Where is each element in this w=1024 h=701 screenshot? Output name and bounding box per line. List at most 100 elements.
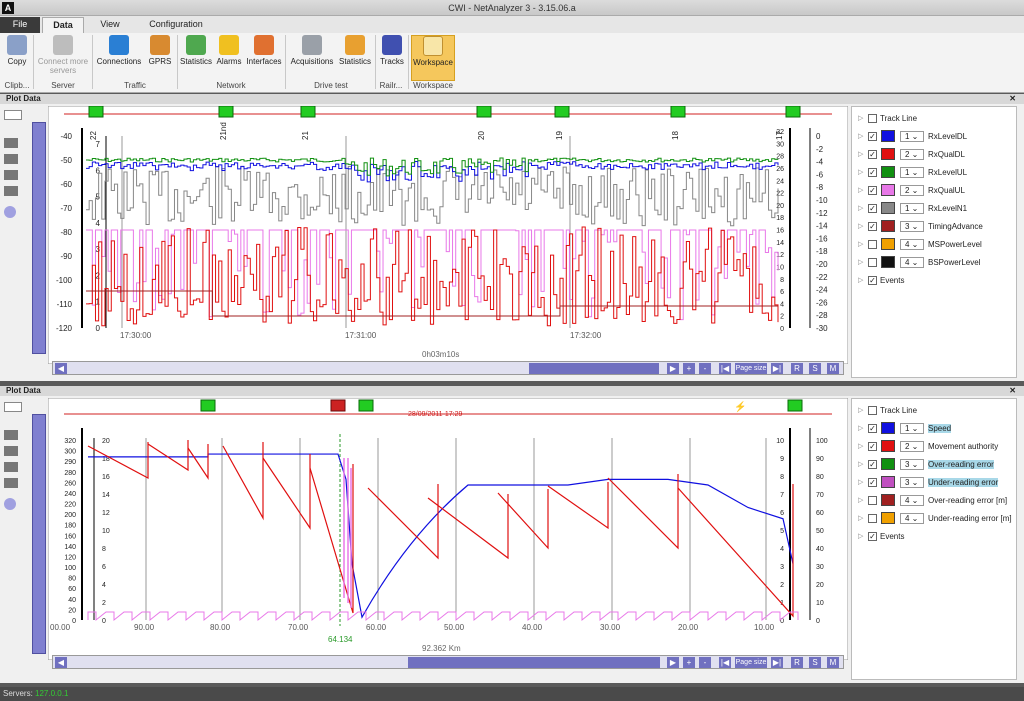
legend-item[interactable]: ▷ Track Line	[856, 111, 1016, 126]
scroll-thumb[interactable]	[529, 363, 659, 374]
line-width-select[interactable]: 2 ⌄	[900, 149, 924, 160]
tab-configuration[interactable]: Configuration	[138, 17, 214, 33]
legend-item[interactable]: ▷ ✓ 2 ⌄ RxQualDL	[856, 147, 1016, 162]
expand-icon[interactable]: ▷	[858, 442, 863, 450]
zoom-in-button[interactable]: +	[683, 657, 695, 668]
color-swatch[interactable]	[881, 512, 895, 524]
color-swatch[interactable]	[881, 422, 895, 434]
interfaces-button[interactable]: Interfaces	[245, 35, 283, 75]
color-swatch[interactable]	[881, 220, 895, 232]
acquisitions-button[interactable]: Acquisitions	[288, 35, 336, 75]
network-statistics-button[interactable]: Statistics	[179, 35, 213, 75]
color-swatch[interactable]	[881, 184, 895, 196]
expand-icon[interactable]: ▷	[858, 532, 863, 540]
tab-data[interactable]: Data	[42, 17, 84, 33]
vertical-zoom-slider[interactable]	[32, 122, 46, 354]
vertical-zoom-slider[interactable]	[32, 414, 46, 654]
select-tool-icon[interactable]	[4, 110, 22, 120]
drive-test-statistics-button[interactable]: Statistics	[338, 35, 372, 75]
legend-checkbox[interactable]	[868, 114, 877, 123]
reset-button[interactable]: R	[791, 363, 803, 374]
legend-checkbox[interactable]	[868, 258, 877, 267]
legend-checkbox[interactable]: ✓	[868, 168, 877, 177]
color-swatch[interactable]	[881, 440, 895, 452]
expand-icon[interactable]: ▷	[858, 514, 863, 522]
color-swatch[interactable]	[881, 494, 895, 506]
settings-tool-icon[interactable]	[4, 170, 18, 180]
s-button[interactable]: S	[809, 657, 821, 668]
scroll-thumb[interactable]	[408, 657, 660, 668]
color-swatch[interactable]	[881, 130, 895, 142]
zoom-out-button[interactable]: -	[699, 657, 711, 668]
legend-checkbox[interactable]: ✓	[868, 532, 877, 541]
expand-icon[interactable]: ▷	[858, 460, 863, 468]
connect-more-servers-button[interactable]: Connect more servers	[36, 35, 90, 75]
page-size-button[interactable]: Page size	[735, 363, 767, 374]
gprs-button[interactable]: GPRS	[146, 35, 174, 75]
zoom-out-button[interactable]: -	[699, 363, 711, 374]
legend-item[interactable]: ▷ ✓ 2 ⌄ RxQualUL	[856, 183, 1016, 198]
legend-checkbox[interactable]	[868, 496, 877, 505]
expand-icon[interactable]: ▷	[858, 150, 863, 158]
line-width-select[interactable]: 3 ⌄	[900, 459, 924, 470]
expand-icon[interactable]: ▷	[858, 186, 863, 194]
legend-item[interactable]: ▷ ✓ 3 ⌄ TimingAdvance	[856, 219, 1016, 234]
legend-checkbox[interactable]: ✓	[868, 150, 877, 159]
line-width-select[interactable]: 4 ⌄	[900, 495, 924, 506]
zoom-tool-icon[interactable]	[4, 498, 16, 510]
last-page-button[interactable]: ▶|	[771, 363, 783, 374]
line-width-select[interactable]: 2 ⌄	[900, 185, 924, 196]
legend-item[interactable]: ▷ ✓ 2 ⌄ Movement authority	[856, 439, 1016, 454]
s-button[interactable]: S	[809, 363, 821, 374]
expand-icon[interactable]: ▷	[858, 424, 863, 432]
legend-item[interactable]: ▷ ✓ 1 ⌄ RxLevelUL	[856, 165, 1016, 180]
close-icon[interactable]: ✕	[1009, 386, 1016, 396]
legend-checkbox[interactable]: ✓	[868, 442, 877, 451]
legend-item[interactable]: ▷ ✓ Events	[856, 529, 1016, 544]
select-tool-icon[interactable]	[4, 402, 22, 412]
legend-item[interactable]: ▷ 4 ⌄ BSPowerLevel	[856, 255, 1016, 270]
legend-checkbox[interactable]: ✓	[868, 132, 877, 141]
horizontal-scrollbar[interactable]: ◀ ▶ + - |◀ Page size ▶| R S M	[52, 655, 844, 669]
legend-checkbox[interactable]: ✓	[868, 204, 877, 213]
reset-button[interactable]: R	[791, 657, 803, 668]
text-tool-icon[interactable]	[4, 154, 18, 164]
legend-item[interactable]: ▷ ✓ 3 ⌄ Over-reading error	[856, 457, 1016, 472]
horizontal-scrollbar[interactable]: ◀ ▶ + - |◀ Page size ▶| R S M	[52, 361, 844, 375]
close-icon[interactable]: ✕	[1009, 94, 1016, 104]
legend-item[interactable]: ▷ 4 ⌄ Over-reading error [m]	[856, 493, 1016, 508]
color-swatch[interactable]	[881, 202, 895, 214]
expand-icon[interactable]: ▷	[858, 478, 863, 486]
first-page-button[interactable]: |◀	[719, 657, 731, 668]
scroll-left-button[interactable]: ◀	[55, 363, 67, 374]
export-tool-icon[interactable]	[4, 186, 18, 196]
color-swatch[interactable]	[881, 256, 895, 268]
pointer-tool-icon[interactable]	[4, 430, 18, 440]
zoom-in-button[interactable]: +	[683, 363, 695, 374]
page-size-button[interactable]: Page size	[735, 657, 767, 668]
line-width-select[interactable]: 1 ⌄	[900, 203, 924, 214]
line-width-select[interactable]: 1 ⌄	[900, 167, 924, 178]
tab-file[interactable]: File	[0, 17, 40, 33]
color-swatch[interactable]	[881, 238, 895, 250]
copy-button[interactable]: Copy	[4, 35, 30, 75]
legend-item[interactable]: ▷ Track Line	[856, 403, 1016, 418]
export-tool-icon[interactable]	[4, 478, 18, 488]
legend-checkbox[interactable]	[868, 406, 877, 415]
expand-icon[interactable]: ▷	[858, 204, 863, 212]
color-swatch[interactable]	[881, 148, 895, 160]
line-width-select[interactable]: 2 ⌄	[900, 441, 924, 452]
color-swatch[interactable]	[881, 476, 895, 488]
expand-icon[interactable]: ▷	[858, 258, 863, 266]
last-page-button[interactable]: ▶|	[771, 657, 783, 668]
line-width-select[interactable]: 4 ⌄	[900, 257, 924, 268]
line-width-select[interactable]: 3 ⌄	[900, 221, 924, 232]
workspace-button[interactable]: Workspace	[411, 35, 455, 81]
legend-item[interactable]: ▷ ✓ Events	[856, 273, 1016, 288]
m-button[interactable]: M	[827, 657, 839, 668]
legend-checkbox[interactable]: ✓	[868, 460, 877, 469]
legend-item[interactable]: ▷ ✓ 1 ⌄ Speed	[856, 421, 1016, 436]
settings-tool-icon[interactable]	[4, 462, 18, 472]
expand-icon[interactable]: ▷	[858, 276, 863, 284]
legend-checkbox[interactable]: ✓	[868, 424, 877, 433]
